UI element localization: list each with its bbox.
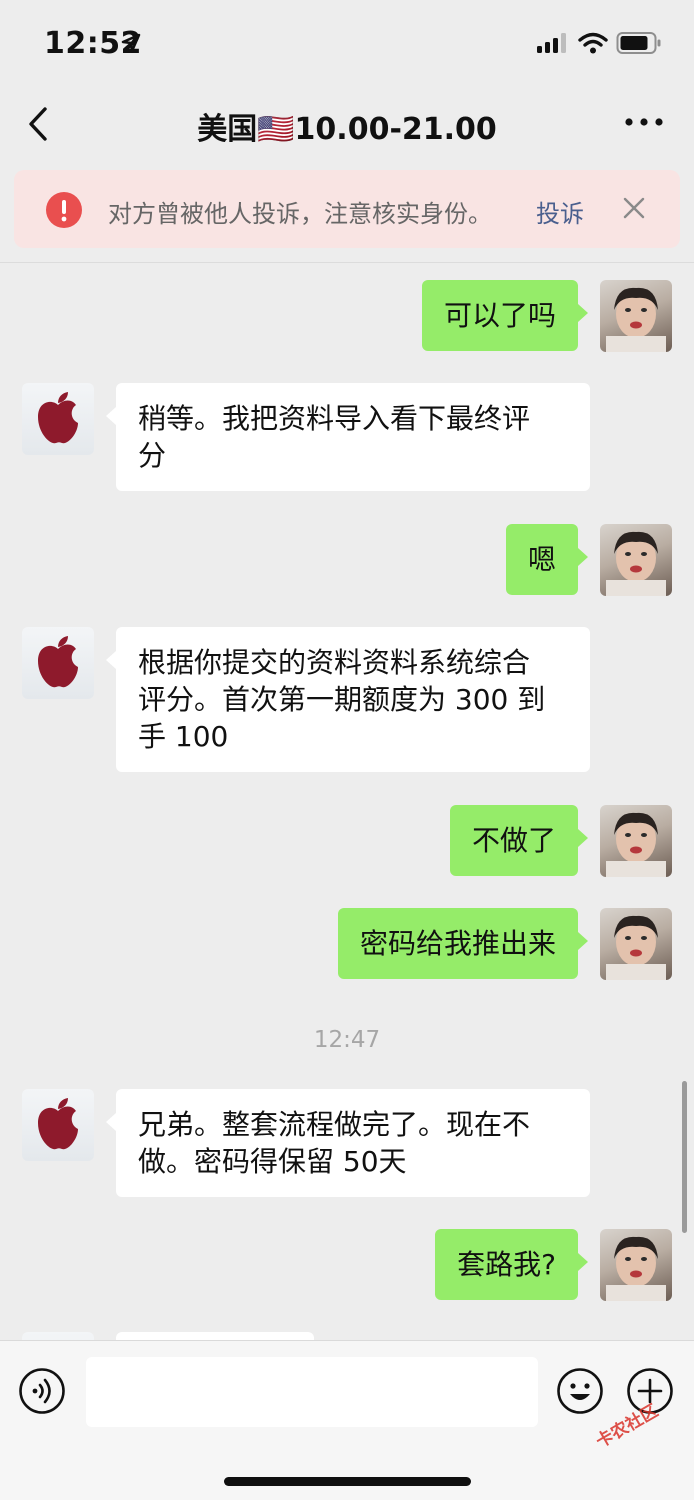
home-indicator[interactable] <box>224 1477 471 1486</box>
message-bubble-out[interactable]: 嗯 <box>505 524 589 595</box>
message-input-bar <box>0 1340 694 1500</box>
location-arrow-icon <box>121 33 141 53</box>
report-link[interactable]: 投诉 <box>536 194 584 229</box>
person-avatar-icon <box>606 812 666 877</box>
contact-avatar[interactable] <box>22 1332 94 1340</box>
apple-logo-icon <box>22 1332 94 1340</box>
complaint-warning-banner: 对方曾被他人投诉，注意核实身份。 投诉 <box>14 170 680 248</box>
person-avatar-icon <box>606 531 666 596</box>
message-bubble-out[interactable]: 密码给我推出来 <box>337 908 589 979</box>
message-timestamp: 12:47 <box>313 1027 381 1053</box>
my-avatar[interactable] <box>600 908 672 980</box>
message-bubble-in[interactable]: 根据你提交的资料资料系统综合 评分。首次第一期额度为 300 到 手 100 <box>106 627 590 772</box>
close-icon[interactable] <box>622 196 646 220</box>
wifi-icon <box>578 32 608 54</box>
chat-message-list[interactable]: 可以了吗 稍等。我把资料导入看下最终评 分 嗯 根据你提交的资料资料系统综合 评… <box>0 263 694 1340</box>
contact-avatar[interactable] <box>22 383 94 455</box>
exclamation-circle-icon <box>46 192 82 228</box>
nav-bar: 美国🇺🇸10.00-21.00 <box>0 90 694 160</box>
status-bar: 12:52 <box>0 0 694 90</box>
my-avatar[interactable] <box>600 524 672 596</box>
message-bubble-out[interactable]: 可以了吗 <box>421 280 589 351</box>
my-avatar[interactable] <box>600 280 672 352</box>
message-bubble-in[interactable]: 稍等。我把资料导入看下最终评 分 <box>106 383 590 491</box>
contact-avatar[interactable] <box>22 627 94 699</box>
voice-icon[interactable] <box>18 1367 66 1415</box>
scroll-indicator[interactable] <box>682 1081 687 1233</box>
apple-logo-icon <box>38 392 78 444</box>
more-dots-icon[interactable] <box>624 112 664 132</box>
person-avatar-icon <box>606 287 666 352</box>
contact-avatar[interactable] <box>22 1089 94 1161</box>
message-bubble-out[interactable]: 不做了 <box>449 805 589 876</box>
warning-text: 对方曾被他人投诉，注意核实身份。 <box>108 200 492 228</box>
message-bubble-out[interactable]: 套路我? <box>435 1229 588 1300</box>
person-avatar-icon <box>606 915 666 980</box>
person-avatar-icon <box>606 1236 666 1301</box>
battery-icon <box>616 32 661 54</box>
cellular-signal-icon <box>537 33 566 53</box>
emoji-icon[interactable] <box>556 1367 604 1415</box>
message-input[interactable] <box>86 1357 538 1427</box>
chat-title: 美国🇺🇸10.00-21.00 <box>197 112 497 147</box>
apple-logo-icon <box>38 1098 78 1150</box>
message-bubble-in[interactable]: 兄弟。整套流程做完了。现在不 做。密码得保留 50天 <box>106 1089 590 1197</box>
message-bubble-in-partial[interactable] <box>116 1332 314 1340</box>
apple-logo-icon <box>38 636 78 688</box>
my-avatar[interactable] <box>600 1229 672 1301</box>
my-avatar[interactable] <box>600 805 672 877</box>
